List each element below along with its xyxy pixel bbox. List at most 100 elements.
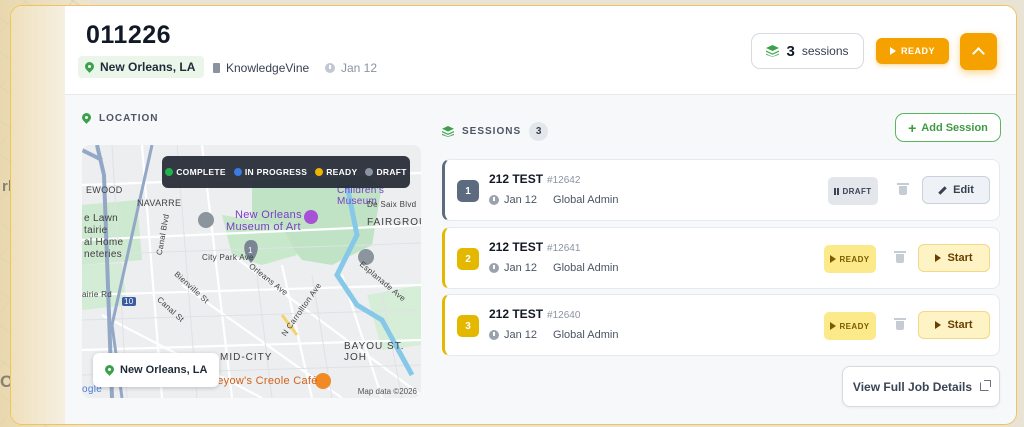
- start-button[interactable]: Start: [918, 244, 990, 272]
- job-header: 011226 New Orleans, LA KnowledgeVine Jan…: [65, 6, 1016, 95]
- map-label: MID-CITY: [220, 352, 273, 363]
- session-row[interactable]: 3 212 TEST #12640 Jan 12 Global Admin REA…: [442, 294, 1000, 356]
- clock-icon: [489, 195, 499, 205]
- layers-icon: [766, 45, 780, 57]
- trash-icon[interactable]: [894, 318, 906, 330]
- sessions-section-label: SESSIONS 3: [442, 122, 549, 141]
- map-label: tairie: [84, 225, 108, 236]
- start-button[interactable]: Start: [918, 311, 990, 339]
- company-info: KnowledgeVine: [213, 61, 309, 75]
- trash-icon[interactable]: [894, 251, 906, 263]
- session-title-text: 212 TEST: [489, 240, 544, 254]
- map-label: NAVARRE: [137, 198, 182, 208]
- map-label: Neyow's Creole Café: [209, 375, 318, 387]
- start-label: Start: [947, 252, 973, 264]
- legend-draft: DRAFT: [365, 167, 406, 177]
- session-title: 212 TEST #12640: [489, 307, 580, 321]
- play-icon: [830, 255, 837, 263]
- company-name: KnowledgeVine: [226, 61, 310, 75]
- play-icon: [889, 47, 896, 55]
- status-badge: READY: [824, 245, 876, 273]
- ready-dot-icon: [315, 168, 324, 176]
- map-label: e Lawn: [84, 213, 119, 224]
- in-progress-dot-icon: [233, 168, 242, 176]
- location-chip-label: New Orleans, LA: [100, 60, 196, 74]
- session-date: Jan 12: [504, 262, 538, 274]
- session-id: #12642: [547, 175, 581, 186]
- external-link-icon: [980, 380, 992, 391]
- ready-status-button[interactable]: READY: [876, 38, 949, 64]
- add-session-label: Add Session: [921, 121, 988, 134]
- start-label: Start: [947, 319, 973, 331]
- building-icon: [213, 63, 220, 73]
- card-edge: [11, 6, 65, 424]
- clock-icon: [489, 263, 499, 273]
- location-pin-icon: [82, 113, 91, 124]
- pause-icon: [834, 187, 840, 195]
- collapse-button[interactable]: [960, 33, 997, 70]
- draft-dot-icon: [365, 168, 374, 176]
- map-label: airie Rd: [82, 290, 112, 299]
- session-meta: Jan 12 Global Admin: [489, 194, 618, 206]
- sessions-count-pill[interactable]: 3 sessions: [751, 33, 864, 69]
- location-map[interactable]: EWOOD NAVARRE e Lawn tairie al Home nete…: [82, 145, 421, 398]
- session-number: 3: [457, 315, 479, 337]
- sessions-label: sessions: [801, 44, 849, 58]
- map-label: City Park Ave: [202, 253, 254, 262]
- legend-label: DRAFT: [376, 167, 407, 177]
- play-icon: [830, 322, 837, 330]
- map-location-tag: New Orleans, LA: [93, 353, 220, 387]
- sessions-label-text: SESSIONS: [462, 126, 522, 137]
- map-label: Museum of Art: [226, 221, 301, 233]
- session-owner: Global Admin: [553, 329, 619, 341]
- legend-label: IN PROGRESS: [244, 167, 308, 177]
- play-icon: [935, 254, 942, 262]
- session-title: 212 TEST #12641: [489, 240, 580, 254]
- map-label: De Saix Blvd: [367, 200, 417, 209]
- session-row[interactable]: 2 212 TEST #12641 Jan 12 Global Admin REA…: [442, 227, 1000, 289]
- session-title: 212 TEST #12642: [489, 172, 580, 186]
- session-date: Jan 12: [504, 329, 538, 341]
- layers-icon: [442, 126, 454, 137]
- edit-label: Edit: [953, 184, 974, 196]
- location-pin-icon: [85, 62, 94, 73]
- play-icon: [935, 321, 942, 329]
- session-number: 1: [457, 180, 479, 202]
- session-date: Jan 12: [504, 194, 538, 206]
- sessions-count: 3: [786, 42, 795, 60]
- ready-status-label: READY: [900, 46, 935, 56]
- sessions-count-badge: 3: [529, 122, 549, 141]
- session-owner: Global Admin: [553, 194, 619, 206]
- session-row[interactable]: 1 212 TEST #12642 Jan 12 Global Admin DRA…: [442, 159, 1000, 221]
- session-meta: Jan 12 Global Admin: [489, 262, 618, 274]
- job-card: 011226 New Orleans, LA KnowledgeVine Jan…: [10, 5, 1017, 425]
- clock-icon: [325, 63, 335, 73]
- job-id-title: 011226: [86, 21, 172, 49]
- map-legend: COMPLETE IN PROGRESS READY DRAFT: [162, 156, 410, 188]
- map-label: BAYOU ST. JOH: [344, 341, 405, 363]
- edit-button[interactable]: Edit: [922, 176, 990, 204]
- view-full-job-details-button[interactable]: View Full Job Details: [842, 366, 1000, 407]
- map-label: EWOOD: [86, 185, 123, 195]
- session-meta: Jan 12 Global Admin: [489, 329, 618, 341]
- status-badge: DRAFT: [828, 177, 878, 205]
- complete-dot-icon: [165, 168, 174, 176]
- view-full-label: View Full Job Details: [852, 379, 973, 394]
- location-section-label: LOCATION: [82, 113, 158, 124]
- trash-icon[interactable]: [897, 183, 909, 195]
- chevron-up-icon: [972, 47, 985, 60]
- status-text: READY: [839, 254, 870, 264]
- location-label-text: LOCATION: [99, 113, 159, 124]
- pencil-icon: [938, 185, 947, 195]
- location-chip: New Orleans, LA: [78, 56, 205, 78]
- legend-label: READY: [326, 167, 358, 177]
- session-id: #12640: [547, 310, 581, 321]
- session-title-text: 212 TEST: [489, 172, 544, 186]
- job-body: LOCATION EWOOD NAVARRE e Lawn tairie al …: [65, 95, 1016, 424]
- add-session-button[interactable]: + Add Session: [895, 113, 1001, 142]
- map-label: New Orleans: [235, 209, 302, 221]
- session-id: #12641: [547, 243, 581, 254]
- session-title-text: 212 TEST: [489, 307, 544, 321]
- legend-label: COMPLETE: [176, 167, 226, 177]
- clock-icon: [489, 330, 499, 340]
